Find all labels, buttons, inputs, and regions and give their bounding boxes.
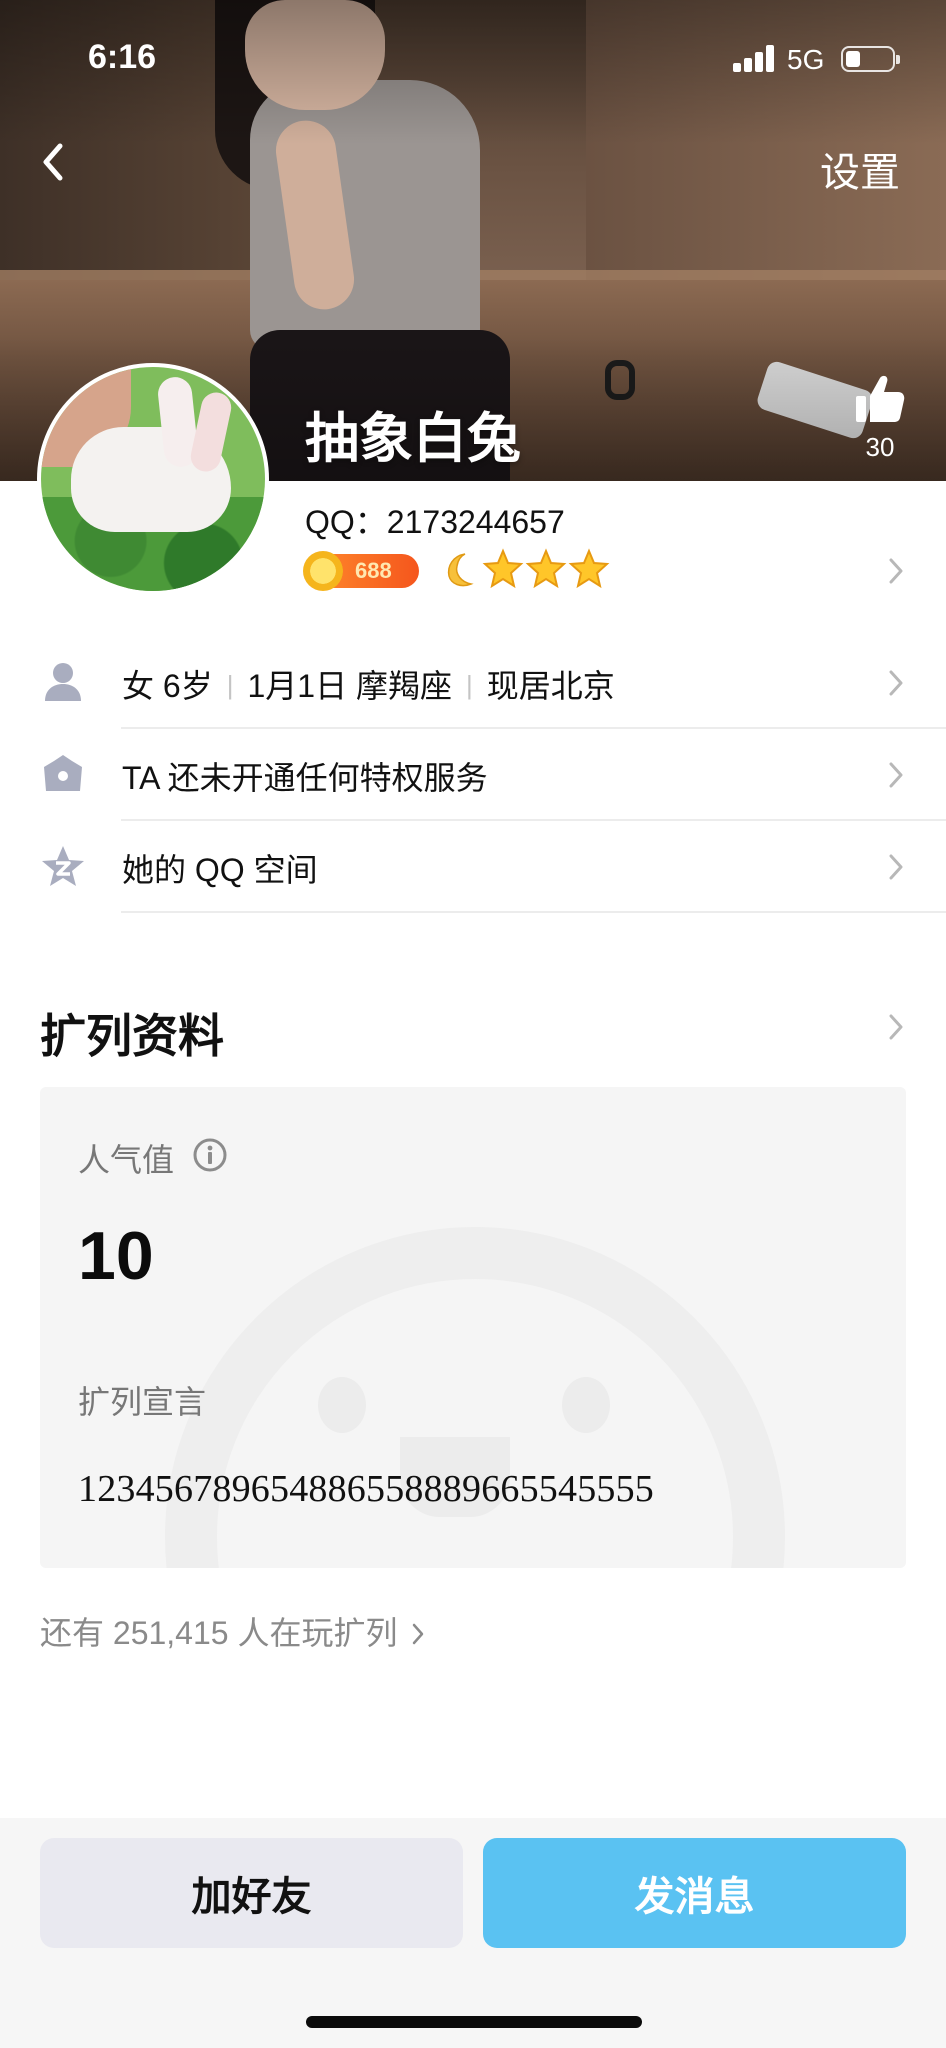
nickname: 抽象白兔 xyxy=(305,409,521,469)
back-icon xyxy=(43,143,63,181)
signal-icon xyxy=(733,44,777,72)
qq-label: QQ： xyxy=(305,504,387,540)
extended-profile-chevron[interactable] xyxy=(886,1011,906,1043)
coin-badge: 688 xyxy=(303,551,419,591)
chevron-right-icon xyxy=(413,1623,424,1645)
moon-icon xyxy=(447,553,474,587)
qzone-star-icon xyxy=(42,846,84,886)
bottom-action-bar: 加好友 发消息 xyxy=(0,1818,946,2048)
chevron-right-icon xyxy=(889,558,903,584)
extended-profile-title: 扩列资料 xyxy=(40,1010,224,1062)
row-chevron xyxy=(886,667,906,699)
basic-info-row[interactable]: 女 6岁 | 1月1日 摩羯座 | 现居北京 xyxy=(0,637,946,729)
chevron-right-icon xyxy=(889,1014,903,1040)
birthday-sign: 1月1日 摩羯座 xyxy=(247,668,452,704)
privilege-text: TA 还未开通任何特权服务 xyxy=(122,760,488,796)
crown-icon xyxy=(44,755,82,791)
players-link[interactable]: 还有 251,415 人在玩扩列 xyxy=(40,1608,425,1654)
qq-number: 2173244657 xyxy=(386,504,565,540)
chevron-right-icon xyxy=(889,854,903,880)
qzone-text: 她的 QQ 空间 xyxy=(122,852,318,888)
chevron-right-icon xyxy=(889,762,903,788)
chevron-right-icon xyxy=(889,670,903,696)
send-message-button[interactable]: 发消息 xyxy=(483,1838,906,1948)
qzone-row[interactable]: 她的 QQ 空间 xyxy=(0,821,946,913)
status-time: 6:16 xyxy=(88,38,157,76)
privilege-row[interactable]: TA 还未开通任何特权服务 xyxy=(0,729,946,821)
network-type: 5G xyxy=(787,44,825,75)
declaration-text: 123456789654886558889665545555 xyxy=(78,1468,654,1510)
mascot-watermark xyxy=(165,1227,785,1568)
coin-icon xyxy=(303,551,343,591)
location: 现居北京 xyxy=(486,668,615,704)
person-icon xyxy=(45,663,81,701)
declaration-label: 扩列宣言 xyxy=(78,1384,207,1420)
row-chevron xyxy=(886,759,906,791)
settings-button[interactable]: 设置 xyxy=(820,140,900,198)
popularity-value: 10 xyxy=(78,1218,154,1294)
home-indicator[interactable] xyxy=(306,2016,642,2028)
like-count: 30 xyxy=(865,432,895,462)
avatar[interactable] xyxy=(37,363,269,595)
basic-info-text: 女 6岁 | 1月1日 摩羯座 | 现居北京 xyxy=(122,668,615,704)
add-friend-button[interactable]: 加好友 xyxy=(40,1838,463,1948)
info-icon[interactable] xyxy=(192,1137,228,1173)
qq-number-row: QQ：2173244657 xyxy=(305,497,565,543)
level-chevron[interactable] xyxy=(886,555,906,587)
players-text: 还有 251,415 人在玩扩列 xyxy=(40,1615,398,1651)
thumbs-up-icon xyxy=(856,375,905,422)
like-button[interactable]: 30 xyxy=(845,372,915,463)
back-button[interactable] xyxy=(34,132,74,192)
row-chevron xyxy=(886,851,906,883)
extended-profile-card[interactable]: 人气值 10 扩列宣言 1234567896548865588896655455… xyxy=(40,1087,906,1568)
gender-age: 女 6岁 xyxy=(122,668,213,704)
battery-icon xyxy=(841,46,900,72)
star-icon xyxy=(482,548,524,589)
coin-level: 688 xyxy=(355,558,392,583)
star-icon xyxy=(525,548,567,589)
star-icon xyxy=(568,548,610,589)
popularity-label: 人气值 xyxy=(78,1142,175,1178)
